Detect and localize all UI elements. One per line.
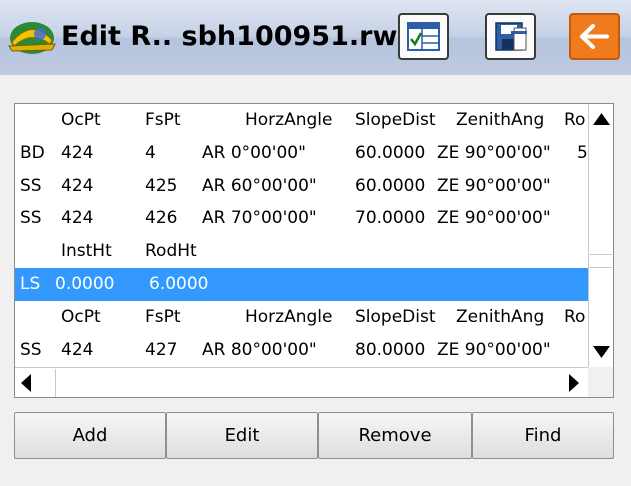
cell-zenith-ang: ZenithAng [456,110,545,130]
cell-horz-angle: AR 60°00'00" [202,175,317,196]
find-button[interactable]: Find [472,412,614,459]
cell-horz-angle: HorzAngle [245,306,333,327]
cell-slope-dist: 60.0000 [355,142,426,163]
scroll-down-button[interactable] [589,337,613,367]
horizontal-scrollbar[interactable] [15,367,588,397]
cell-rod: Ro [564,110,586,130]
cell-type: SS [20,175,42,196]
cell-zenith-ang: ZE 90°00'00" [437,208,551,229]
triangle-up-icon [593,113,610,125]
cell-inst-ht: 0.0000 [55,273,115,294]
cell-foresight: FsPt [145,306,181,327]
cell-zenith-ang: ZE 90°00'00" [437,175,551,196]
cell-foresight: 427 [145,339,178,360]
scroll-up-button[interactable] [589,104,613,134]
grid-view-button[interactable] [398,13,449,60]
window-title: Edit R.. sbh100951.rw5 [61,21,417,52]
header-row[interactable]: InstHt RodHt [15,235,588,268]
cell-foresight: 4 [145,142,156,163]
cell-rod: Ro [564,306,586,327]
raw-data-list[interactable]: OcPt FsPt HorzAngle SlopeDist ZenithAng … [14,103,614,398]
save-button[interactable] [485,13,536,60]
back-arrow-icon [580,24,609,49]
cell-slope-dist: 80.0000 [355,339,426,360]
cell-horz-angle: AR 70°00'00" [202,208,317,229]
cell-zenith-ang: ZE 90°00'00" [437,339,551,360]
cell-rod: 5 [577,142,588,163]
horizontal-scroll-thumb[interactable] [55,369,56,397]
title-bar: Edit R.. sbh100951.rw5 [0,0,631,75]
cell-foresight: FsPt [145,110,181,130]
triangle-right-icon [569,374,579,392]
data-row[interactable]: SS 424 426 AR 70°00'00" 70.0000 ZE 90°00… [15,202,588,235]
cell-slope-dist: 60.0000 [355,175,426,196]
cell-zenith-ang: ZE 90°00'00" [437,142,551,163]
scroll-right-button[interactable] [560,368,585,397]
cell-inst-ht: InstHt [61,241,112,262]
add-button[interactable]: Add [14,412,166,459]
header-row[interactable]: OcPt FsPt HorzAngle SlopeDist ZenithAng … [15,104,588,137]
cell-rod-ht: RodHt [145,241,197,262]
scrollbar-corner [588,367,613,397]
data-row[interactable]: BD 424 4 AR 0°00'00" 60.0000 ZE 90°00'00… [15,137,588,170]
cell-zenith-ang: ZenithAng [456,306,545,327]
back-button[interactable] [569,13,620,60]
selected-row[interactable]: LS 0.0000 6.0000 [15,267,588,301]
cell-occupied: 424 [61,208,94,229]
triangle-left-icon [21,374,31,392]
cell-type: LS [20,273,41,294]
scroll-left-button[interactable] [15,368,40,397]
cell-horz-angle: HorzAngle [245,110,333,130]
cell-type: SS [20,208,42,229]
helmet-app-icon [8,22,56,54]
triangle-down-icon [593,346,610,358]
remove-button[interactable]: Remove [318,412,472,459]
cell-slope-dist: SlopeDist [355,110,436,130]
cell-occupied: 424 [61,339,94,360]
cell-foresight: 425 [145,175,178,196]
cell-foresight: 426 [145,208,178,229]
grid-view-icon [407,22,440,51]
vertical-scrollbar[interactable] [588,104,613,367]
cell-horz-angle: AR 80°00'00" [202,339,317,360]
vertical-scroll-thumb[interactable] [590,254,612,268]
data-row[interactable]: SS 424 427 AR 80°00'00" 80.0000 ZE 90°00… [15,334,588,367]
cell-occupied: OcPt [61,306,101,327]
list-rows: OcPt FsPt HorzAngle SlopeDist ZenithAng … [15,104,588,367]
cell-rod-ht: 6.0000 [149,273,209,294]
cell-occupied: 424 [61,142,94,163]
cell-slope-dist: SlopeDist [355,306,436,327]
cell-slope-dist: 70.0000 [355,208,426,229]
cell-occupied: 424 [61,175,94,196]
save-icon [495,22,527,51]
cell-occupied: OcPt [61,110,101,130]
cell-horz-angle: AR 0°00'00" [202,142,306,163]
edit-button[interactable]: Edit [166,412,318,459]
data-row[interactable]: SS 424 425 AR 60°00'00" 60.0000 ZE 90°00… [15,170,588,203]
header-row[interactable]: OcPt FsPt HorzAngle SlopeDist ZenithAng … [15,301,588,334]
cell-type: BD [20,142,45,163]
cell-type: SS [20,339,42,360]
